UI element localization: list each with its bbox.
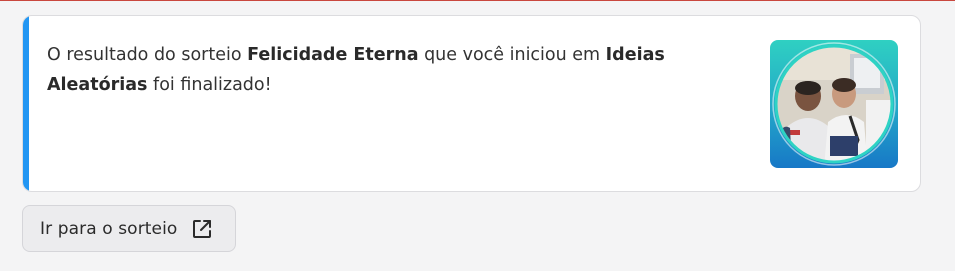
giveaway-name: Felicidade Eterna <box>247 45 419 65</box>
message-prefix: O resultado do sorteio <box>47 45 248 65</box>
thumbnail-photo <box>772 42 896 166</box>
external-link-icon <box>191 218 213 240</box>
top-divider <box>0 0 955 1</box>
notification-card: O resultado do sorteio Felicidade Eterna… <box>22 15 921 192</box>
go-to-giveaway-label: Ir para o sorteio <box>40 218 178 239</box>
message-middle: que você iniciou em <box>418 45 606 65</box>
notification-message: O resultado do sorteio Felicidade Eterna… <box>47 40 727 100</box>
go-to-giveaway-button[interactable]: Ir para o sorteio <box>22 205 236 252</box>
giveaway-thumbnail <box>770 40 898 168</box>
accent-bar <box>23 16 29 191</box>
message-suffix: foi finalizado! <box>147 75 272 95</box>
